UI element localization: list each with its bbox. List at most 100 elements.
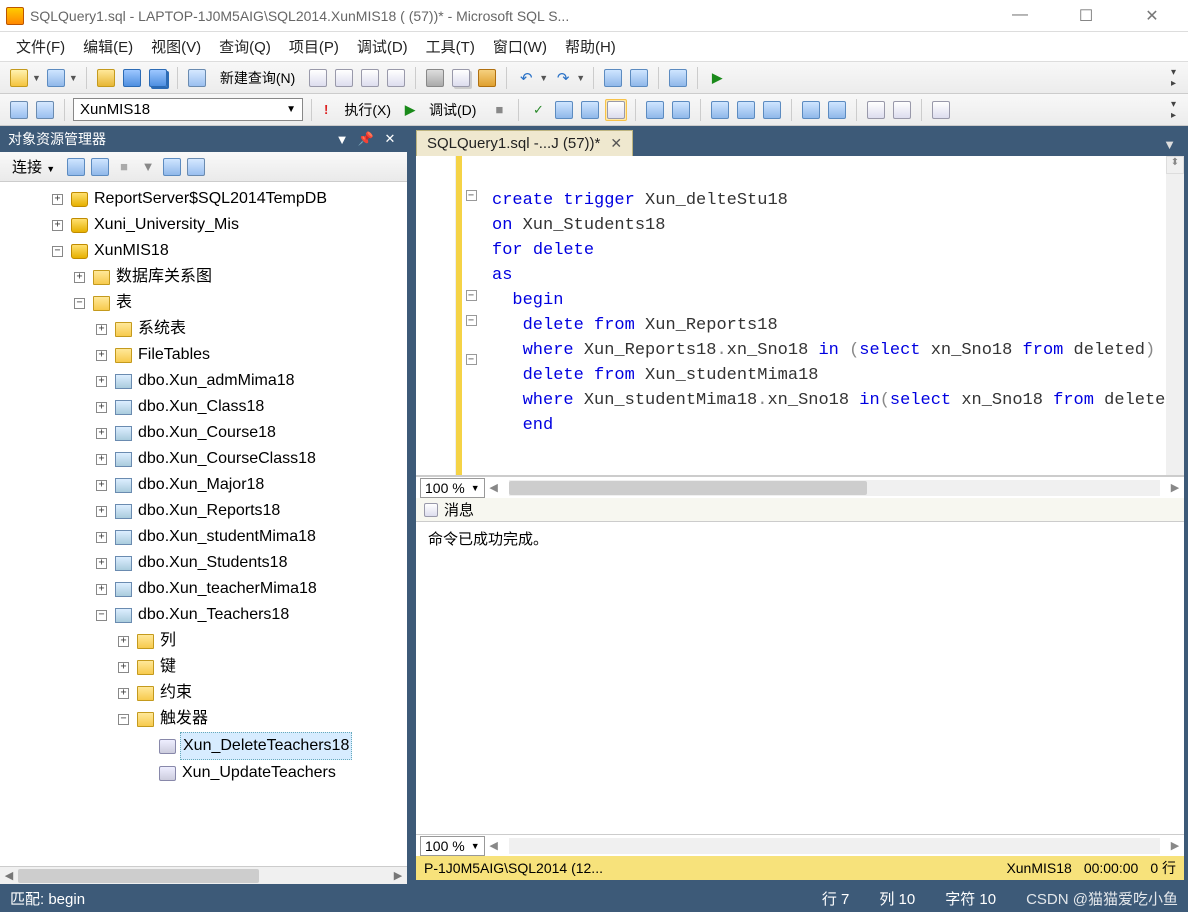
tree-node-folder[interactable]: +约束	[118, 680, 407, 706]
debug-button[interactable]: 调试(D)	[421, 100, 484, 120]
tree-node-table[interactable]: +dbo.Xun_Reports18	[96, 498, 407, 524]
menu-view[interactable]: 视图(V)	[143, 34, 209, 59]
pin-icon[interactable]: 📌	[357, 131, 375, 147]
messages-tab[interactable]: 消息	[416, 498, 1184, 522]
tree-node-trigger[interactable]: Xun_UpdateTeachers	[140, 760, 407, 786]
menu-window[interactable]: 窗口(W)	[485, 34, 555, 59]
tree-node-folder[interactable]: +数据库关系图	[74, 264, 407, 290]
disconnect-server-button[interactable]	[89, 156, 111, 178]
tree-node-folder[interactable]: +系统表	[96, 316, 407, 342]
dropdown-icon[interactable]: ▼	[69, 73, 78, 83]
messages-pane[interactable]: 命令已成功完成。	[416, 522, 1184, 834]
doc-button-3[interactable]	[359, 67, 381, 89]
vertical-scrollbar[interactable]: ⬍	[1166, 156, 1184, 475]
toolbar-overflow[interactable]: ▾▸	[1167, 65, 1180, 91]
options-button[interactable]	[579, 99, 601, 121]
horizontal-scrollbar[interactable]	[509, 480, 1160, 496]
close-icon[interactable]: ✕	[610, 135, 622, 152]
menu-debug[interactable]: 调试(D)	[349, 34, 416, 59]
new-query-button[interactable]: 新建查询(N)	[212, 68, 303, 88]
zoom-combobox[interactable]: 100 %▼	[420, 836, 485, 856]
split-handle[interactable]: ⬍	[1166, 156, 1184, 174]
code-content[interactable]: create trigger Xun_delteStu18 on Xun_Stu…	[480, 156, 1166, 475]
tree-node-table[interactable]: −dbo.Xun_Teachers18	[96, 602, 407, 628]
tree-node-folder[interactable]: +列	[118, 628, 407, 654]
toolbar-overflow[interactable]: ▾▸	[1167, 97, 1180, 123]
refresh-button[interactable]	[161, 156, 183, 178]
minimize-button[interactable]: —	[1000, 6, 1040, 26]
scroll-left-button[interactable]: ◀	[485, 839, 503, 852]
debug-icon[interactable]: ▶	[403, 102, 417, 118]
doc-button-4[interactable]	[385, 67, 407, 89]
btn-d[interactable]	[735, 99, 757, 121]
tree-node-table[interactable]: +dbo.Xun_studentMima18	[96, 524, 407, 550]
nav-back-button[interactable]	[602, 67, 624, 89]
dropdown-icon[interactable]: ▼	[539, 73, 548, 83]
connect-button[interactable]: 连接 ▼	[4, 156, 63, 177]
undo-button[interactable]: ↶	[515, 67, 537, 89]
scroll-right-button[interactable]: ▶	[1166, 481, 1184, 494]
btn-b[interactable]	[670, 99, 692, 121]
grid-button[interactable]	[45, 67, 67, 89]
tree-node-table[interactable]: +dbo.Xun_CourseClass18	[96, 446, 407, 472]
horizontal-scrollbar[interactable]	[509, 838, 1160, 854]
menu-query[interactable]: 查询(Q)	[211, 34, 279, 59]
tree-node-table[interactable]: +dbo.Xun_Students18	[96, 550, 407, 576]
zoom-combobox[interactable]: 100 %▼	[420, 478, 485, 498]
scroll-right-button[interactable]: ▶	[389, 869, 407, 882]
stop-button[interactable]: ■	[113, 156, 135, 178]
delete-button[interactable]	[185, 156, 207, 178]
tree-node-table[interactable]: +dbo.Xun_teacherMima18	[96, 576, 407, 602]
redo-button[interactable]: ↷	[552, 67, 574, 89]
dropdown-icon[interactable]: ▼	[576, 73, 585, 83]
btn-e[interactable]	[761, 99, 783, 121]
paste-button[interactable]	[476, 67, 498, 89]
tree-node-db[interactable]: +Xuni_University_Mis	[52, 212, 407, 238]
maximize-button[interactable]: ☐	[1066, 6, 1106, 26]
execute-icon[interactable]: !	[320, 102, 332, 117]
menu-file[interactable]: 文件(F)	[8, 34, 73, 59]
scroll-left-button[interactable]: ◀	[0, 869, 18, 882]
tree-node-table[interactable]: +dbo.Xun_Major18	[96, 472, 407, 498]
btn-h[interactable]	[930, 99, 952, 121]
menu-project[interactable]: 项目(P)	[281, 34, 347, 59]
tree-node-folder[interactable]: +键	[118, 654, 407, 680]
btn-f[interactable]	[800, 99, 822, 121]
tab-sqlquery1[interactable]: SQLQuery1.sql -...J (57))* ✕	[416, 130, 633, 156]
change-connection-button[interactable]	[8, 99, 30, 121]
tree-node-trigger[interactable]: Xun_DeleteTeachers18	[140, 732, 407, 760]
connect-server-button[interactable]	[65, 156, 87, 178]
save-all-button[interactable]	[147, 67, 169, 89]
doc-button[interactable]	[307, 67, 329, 89]
tree-node-folder[interactable]: −表	[74, 290, 407, 316]
tree-node-table[interactable]: +dbo.Xun_Course18	[96, 420, 407, 446]
filter-button[interactable]: ▼	[137, 156, 159, 178]
btn-a[interactable]	[644, 99, 666, 121]
props-button[interactable]	[667, 67, 689, 89]
close-button[interactable]: ✕	[1132, 6, 1172, 26]
panel-dropdown-icon[interactable]: ▼	[333, 132, 351, 147]
outdent-button[interactable]	[891, 99, 913, 121]
dropdown-icon[interactable]: ▼	[32, 73, 41, 83]
start-button[interactable]: ▶	[706, 67, 728, 89]
scroll-right-button[interactable]: ▶	[1166, 839, 1184, 852]
btn-c[interactable]	[709, 99, 731, 121]
plan-button[interactable]	[553, 99, 575, 121]
tree-node-db[interactable]: −XunMIS18	[52, 238, 407, 264]
parse-button[interactable]: ✓	[527, 99, 549, 121]
scroll-left-button[interactable]: ◀	[485, 481, 503, 494]
tree-node-folder[interactable]: +FileTables	[96, 342, 407, 368]
tab-menu-icon[interactable]: ▼	[1155, 133, 1184, 156]
menu-tools[interactable]: 工具(T)	[418, 34, 483, 59]
btn-g[interactable]	[826, 99, 848, 121]
cut-button[interactable]	[424, 67, 446, 89]
tree-node-db[interactable]: +ReportServer$SQL2014TempDB	[52, 186, 407, 212]
scroll-thumb[interactable]	[509, 481, 867, 495]
new-project-button[interactable]	[8, 67, 30, 89]
results-grid-button[interactable]	[605, 99, 627, 121]
save-button[interactable]	[121, 67, 143, 89]
tree-node-folder[interactable]: −触发器	[118, 706, 407, 732]
menu-help[interactable]: 帮助(H)	[557, 34, 624, 59]
database-combobox[interactable]: XunMIS18 ▼	[73, 98, 303, 121]
new-query-icon[interactable]	[186, 67, 208, 89]
